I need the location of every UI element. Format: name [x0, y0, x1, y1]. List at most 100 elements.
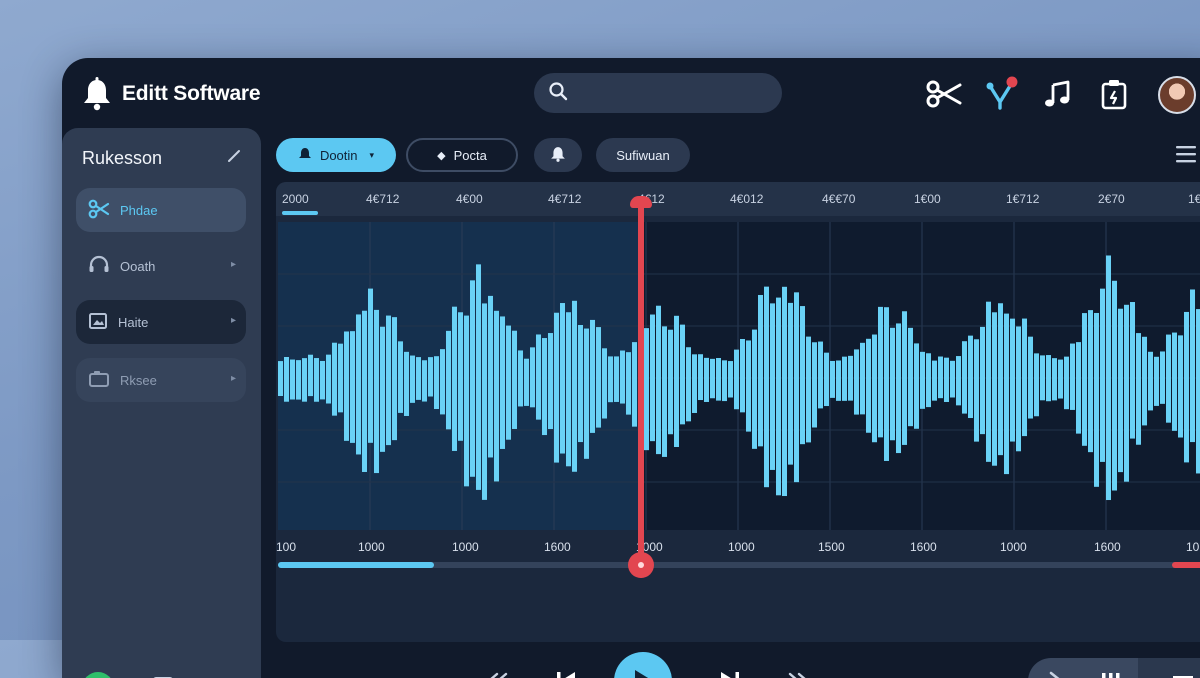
waveform-bar: [1070, 343, 1075, 410]
play-button[interactable]: [614, 652, 672, 678]
search-input[interactable]: [578, 84, 772, 102]
bottom-tick: 1600: [544, 540, 571, 554]
waveform-bar: [1148, 351, 1153, 411]
ruler-tick: 4€€70: [822, 192, 856, 206]
scrub-bar[interactable]: [278, 562, 1200, 568]
ruler-tick: 1€: [1188, 192, 1200, 206]
sidebar-title: Rukesson: [82, 147, 163, 168]
waveform-bar: [800, 306, 805, 445]
clipboard-icon[interactable]: [1096, 76, 1132, 112]
waveform-bar: [1142, 336, 1147, 426]
waveform-bar: [374, 309, 379, 474]
playhead-handle-top[interactable]: [630, 196, 652, 208]
waveform-bar: [536, 334, 541, 420]
waveform-bar: [284, 357, 289, 402]
app-title: Editt Software: [122, 82, 261, 105]
sidebar-item-rksee[interactable]: Rksee ▸: [76, 358, 246, 402]
avatar[interactable]: [1158, 76, 1196, 114]
chip-pocta[interactable]: ◆ Pocta: [406, 138, 518, 172]
waveform-bar: [776, 297, 781, 496]
waveform-bar: [878, 306, 883, 438]
waveform-bar: [1100, 288, 1105, 462]
bell-icon[interactable]: [82, 77, 112, 111]
waveform-bar: [722, 360, 727, 402]
hamburger-menu-icon[interactable]: [1175, 144, 1197, 164]
waveform-bar: [344, 331, 349, 441]
waveform-bar: [464, 315, 469, 487]
edit-pencil-icon[interactable]: [226, 148, 242, 169]
waveform-bar: [632, 342, 637, 427]
waveform-bar: [500, 316, 505, 449]
rewind-button[interactable]: [478, 660, 518, 678]
waveform-bar: [728, 361, 733, 398]
timeline-panel[interactable]: 2000 4€712 4€00 4€712 4€12 4€012 4€€70 1…: [276, 182, 1200, 642]
waveform-bar: [1166, 334, 1171, 423]
chevron-right-icon: ▸: [230, 315, 236, 326]
sidebar-item-label: Phdae: [120, 202, 158, 218]
chip-bell[interactable]: [534, 138, 582, 172]
waveform-bar: [1154, 356, 1159, 406]
waveform-bar: [452, 306, 457, 451]
scissors-icon[interactable]: [926, 76, 962, 112]
waveform-bar: [380, 326, 385, 452]
waveform-bar: [476, 264, 481, 490]
waveform-bar: [1106, 255, 1111, 501]
skip-forward-button[interactable]: [710, 660, 750, 678]
waveform-bar: [704, 357, 709, 402]
waveform-bar: [962, 341, 967, 414]
bell-icon: [298, 147, 312, 164]
next-arrow-icon[interactable]: [1046, 670, 1066, 678]
search-bar[interactable]: [534, 73, 782, 113]
waveform-bar: [980, 326, 985, 435]
waveform-bar: [890, 327, 895, 441]
equals-button[interactable]: [1138, 658, 1200, 678]
waveform-bar: [920, 351, 925, 409]
skip-back-button[interactable]: [546, 660, 586, 678]
waveform-bar: [848, 355, 853, 401]
waveform-area[interactable]: [278, 222, 1200, 530]
end-marker[interactable]: [1172, 562, 1200, 568]
bottom-tick: 1500: [818, 540, 845, 554]
bottom-tick: 1600: [1094, 540, 1121, 554]
waveform-bar: [734, 349, 739, 410]
sidebar-item-haite[interactable]: Haite ▸: [76, 300, 246, 344]
waveform-bar: [542, 338, 547, 436]
waveform-bar: [764, 286, 769, 488]
waveform-bar: [932, 360, 937, 401]
waveform-badge-icon[interactable]: [82, 672, 114, 678]
waveform-bar: [356, 314, 361, 455]
waveform-bar: [1022, 318, 1027, 437]
sidebar: Rukesson Phdae Ooath ▸ Haite ▸ Rksee ▸: [62, 128, 261, 678]
waveform-bar: [752, 329, 757, 449]
waveform-bar: [746, 340, 751, 432]
waveform-bar: [698, 354, 703, 401]
sidebar-item-ooath[interactable]: Ooath ▸: [76, 244, 246, 288]
search-icon: [548, 81, 568, 106]
waveform-bar: [740, 338, 745, 413]
playhead-handle-bottom[interactable]: [628, 552, 654, 578]
playhead[interactable]: [638, 200, 644, 578]
chip-dootin[interactable]: Dootin ▾: [276, 138, 396, 172]
waveform-bar: [656, 305, 661, 455]
waveform-bar: [596, 327, 601, 428]
waveform-bar: [434, 356, 439, 410]
waveform-bar: [1118, 308, 1123, 473]
waveform-bar: [1016, 326, 1021, 452]
waveform-bar: [518, 350, 523, 407]
chip-label: Sufiwuan: [616, 147, 670, 163]
sidebar-item-label: Ooath: [120, 258, 156, 274]
ruler-progress-bar: [282, 211, 318, 215]
time-ruler[interactable]: 2000 4€712 4€00 4€712 4€12 4€012 4€€70 1…: [276, 182, 1200, 216]
chevron-right-icon: ▸: [230, 373, 236, 384]
fast-forward-button[interactable]: [778, 660, 818, 678]
waveform-bar: [842, 356, 847, 401]
waveform-bar: [902, 311, 907, 445]
waveform-bar: [614, 356, 619, 402]
music-note-icon[interactable]: [1040, 76, 1076, 112]
sidebar-item-phdae[interactable]: Phdae: [76, 188, 246, 232]
chip-sufiwuan[interactable]: Sufiwuan: [596, 138, 690, 172]
waveform-bar: [584, 328, 589, 459]
bottom-tick: 1000: [358, 540, 385, 554]
split-icon[interactable]: [984, 76, 1020, 112]
columns-icon[interactable]: [1100, 670, 1122, 678]
